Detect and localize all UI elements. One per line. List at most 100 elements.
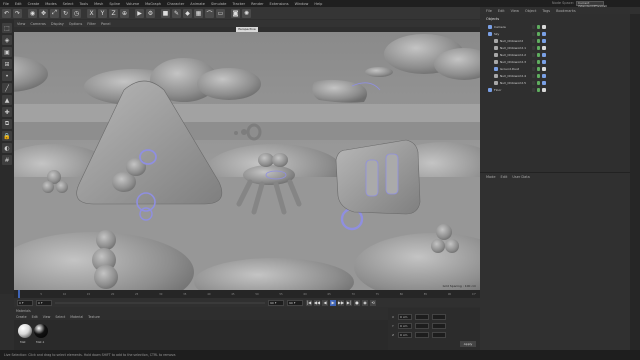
model-mode-icon[interactable]: ◈ bbox=[2, 35, 12, 45]
box-object[interactable] bbox=[335, 139, 421, 215]
tree-item[interactable]: Null_Chibiworld.5 bbox=[494, 80, 526, 86]
rotation-x-field[interactable] bbox=[432, 314, 446, 320]
menu-item-create[interactable]: Create bbox=[28, 2, 40, 6]
tree-item[interactable]: Null_Chibiworld.2 bbox=[494, 52, 526, 58]
viewport-menu-view[interactable]: View bbox=[17, 22, 25, 26]
object-menu-bookmarks[interactable]: Bookmarks bbox=[556, 9, 576, 13]
material-swatch[interactable] bbox=[18, 324, 32, 338]
rotate-icon[interactable]: ↻ bbox=[61, 8, 70, 18]
make-editable-icon[interactable]: ⬚ bbox=[2, 23, 12, 33]
menu-item-tracker[interactable]: Tracker bbox=[232, 2, 245, 6]
menu-item-simulate[interactable]: Simulate bbox=[211, 2, 226, 6]
loop-icon[interactable]: ⟲ bbox=[370, 299, 376, 306]
subdivision-icon[interactable]: ◆ bbox=[183, 8, 192, 18]
rotation-z-field[interactable] bbox=[432, 332, 446, 338]
previous-frame-icon[interactable]: ◀ bbox=[322, 299, 328, 306]
position-y-field[interactable]: 0 cm bbox=[398, 323, 412, 329]
position-z-field[interactable]: 0 cm bbox=[398, 332, 412, 338]
visibility-dots[interactable] bbox=[532, 81, 535, 85]
tree-item[interactable]: Camera bbox=[488, 24, 506, 30]
visibility-dots[interactable] bbox=[532, 39, 535, 43]
edges-mode-icon[interactable]: ╱ bbox=[2, 83, 12, 93]
enable-checkmark-icon[interactable] bbox=[537, 67, 540, 71]
materials-menu-texture[interactable]: Texture bbox=[88, 315, 100, 319]
menu-item-select[interactable]: Select bbox=[63, 2, 74, 6]
render-settings-icon[interactable]: ⚙ bbox=[146, 8, 155, 18]
enable-checkmark-icon[interactable] bbox=[537, 81, 540, 85]
menu-item-window[interactable]: Window bbox=[295, 2, 309, 6]
tree-item[interactable]: Sky bbox=[488, 31, 499, 37]
object-menu-object[interactable]: Object bbox=[525, 9, 536, 13]
previous-key-icon[interactable]: ◀◀ bbox=[314, 299, 320, 306]
recent-icon[interactable]: ◷ bbox=[72, 8, 81, 18]
tree-item[interactable]: Null_Chibiworld.4 bbox=[494, 73, 526, 79]
scale-x-field[interactable] bbox=[415, 314, 429, 320]
object-menu-tags[interactable]: Tags bbox=[542, 9, 550, 13]
menu-item-mograph[interactable]: MoGraph bbox=[145, 2, 161, 6]
z-axis-icon[interactable]: Z bbox=[109, 8, 118, 18]
viewport-scene[interactable] bbox=[14, 32, 480, 290]
workplane-icon[interactable]: ⊞ bbox=[2, 59, 12, 69]
scale-z-field[interactable] bbox=[415, 332, 429, 338]
light-icon[interactable]: ✺ bbox=[242, 8, 251, 18]
grid-icon[interactable]: # bbox=[2, 155, 12, 165]
tree-item[interactable]: Ground.Dust bbox=[494, 66, 519, 72]
viewport-menu-cameras[interactable]: Cameras bbox=[30, 22, 46, 26]
node-space-select[interactable]: Current (Standard/Physical) bbox=[576, 1, 607, 8]
go-to-start-icon[interactable]: |◀ bbox=[306, 299, 312, 306]
array-icon[interactable]: ▦ bbox=[194, 8, 203, 18]
record-icon[interactable]: ● bbox=[354, 299, 360, 306]
enable-checkmark-icon[interactable] bbox=[537, 39, 540, 43]
visibility-dots[interactable] bbox=[532, 74, 535, 78]
object-manager[interactable]: Objects Camera Sky Null_Chibiworld Null_Chi… bbox=[480, 14, 630, 172]
render-view-icon[interactable]: ▶ bbox=[135, 8, 144, 18]
move-icon[interactable]: ✥ bbox=[39, 8, 48, 18]
enable-checkmark-icon[interactable] bbox=[537, 32, 540, 36]
tag-icon[interactable] bbox=[542, 81, 546, 85]
lock-icon[interactable]: 🔒 bbox=[2, 131, 12, 141]
material-manager[interactable]: Mat Mat.1 bbox=[14, 320, 388, 350]
floor-icon[interactable]: ▭ bbox=[216, 8, 225, 18]
tree-item[interactable]: Null_Chibiworld.3 bbox=[494, 59, 526, 65]
current-frame-field[interactable]: 0 F bbox=[36, 299, 52, 306]
menu-item-help[interactable]: Help bbox=[314, 2, 322, 6]
perspective-viewport[interactable]: Grid Spacing : 100 cm bbox=[14, 32, 480, 290]
bend-icon[interactable]: ⌒ bbox=[205, 8, 214, 18]
undo-icon[interactable]: ↶ bbox=[2, 8, 11, 18]
visibility-dots[interactable] bbox=[532, 32, 535, 36]
tag-icon[interactable] bbox=[542, 60, 546, 64]
solo-icon[interactable]: ◐ bbox=[2, 143, 12, 153]
menu-item-modes[interactable]: Modes bbox=[45, 2, 56, 6]
cube-icon[interactable]: ■ bbox=[161, 8, 170, 18]
next-key-icon[interactable]: ▶▶ bbox=[338, 299, 344, 306]
tag-icon[interactable] bbox=[542, 74, 546, 78]
scale-y-field[interactable] bbox=[415, 323, 429, 329]
tag-icon[interactable] bbox=[542, 88, 546, 92]
enable-checkmark-icon[interactable] bbox=[537, 25, 540, 29]
enable-checkmark-icon[interactable] bbox=[537, 74, 540, 78]
viewport-menu-filter[interactable]: Filter bbox=[87, 22, 96, 26]
go-to-end-icon[interactable]: ▶| bbox=[346, 299, 352, 306]
attribute-menu-item[interactable]: Mode bbox=[486, 175, 496, 179]
pen-icon[interactable]: ✎ bbox=[172, 8, 181, 18]
menu-item-animate[interactable]: Animate bbox=[190, 2, 205, 6]
position-x-field[interactable]: 0 cm bbox=[398, 314, 412, 320]
y-axis-icon[interactable]: Y bbox=[98, 8, 107, 18]
materials-menu-view[interactable]: View bbox=[43, 315, 51, 319]
menu-item-volume[interactable]: Volume bbox=[126, 2, 139, 6]
menu-item-render[interactable]: Render bbox=[251, 2, 263, 6]
attribute-menu-item[interactable]: User Data bbox=[512, 175, 529, 179]
viewport-menu-options[interactable]: Options bbox=[69, 22, 83, 26]
preview-range-slider[interactable] bbox=[55, 301, 265, 304]
materials-menu-create[interactable]: Create bbox=[16, 315, 27, 319]
tag-icon[interactable] bbox=[542, 46, 546, 50]
end-frame-field[interactable]: 90 F bbox=[268, 299, 284, 306]
attribute-manager[interactable]: Mode Edit User Data bbox=[480, 172, 630, 350]
materials-tab[interactable]: Materials bbox=[16, 309, 31, 313]
start-frame-field[interactable]: 0 F bbox=[17, 299, 33, 306]
visibility-dots[interactable] bbox=[532, 67, 535, 71]
scale-icon[interactable]: ⤢ bbox=[50, 8, 59, 18]
enable-checkmark-icon[interactable] bbox=[537, 46, 540, 50]
tag-icon[interactable] bbox=[542, 25, 546, 29]
material-swatch[interactable] bbox=[34, 324, 48, 338]
